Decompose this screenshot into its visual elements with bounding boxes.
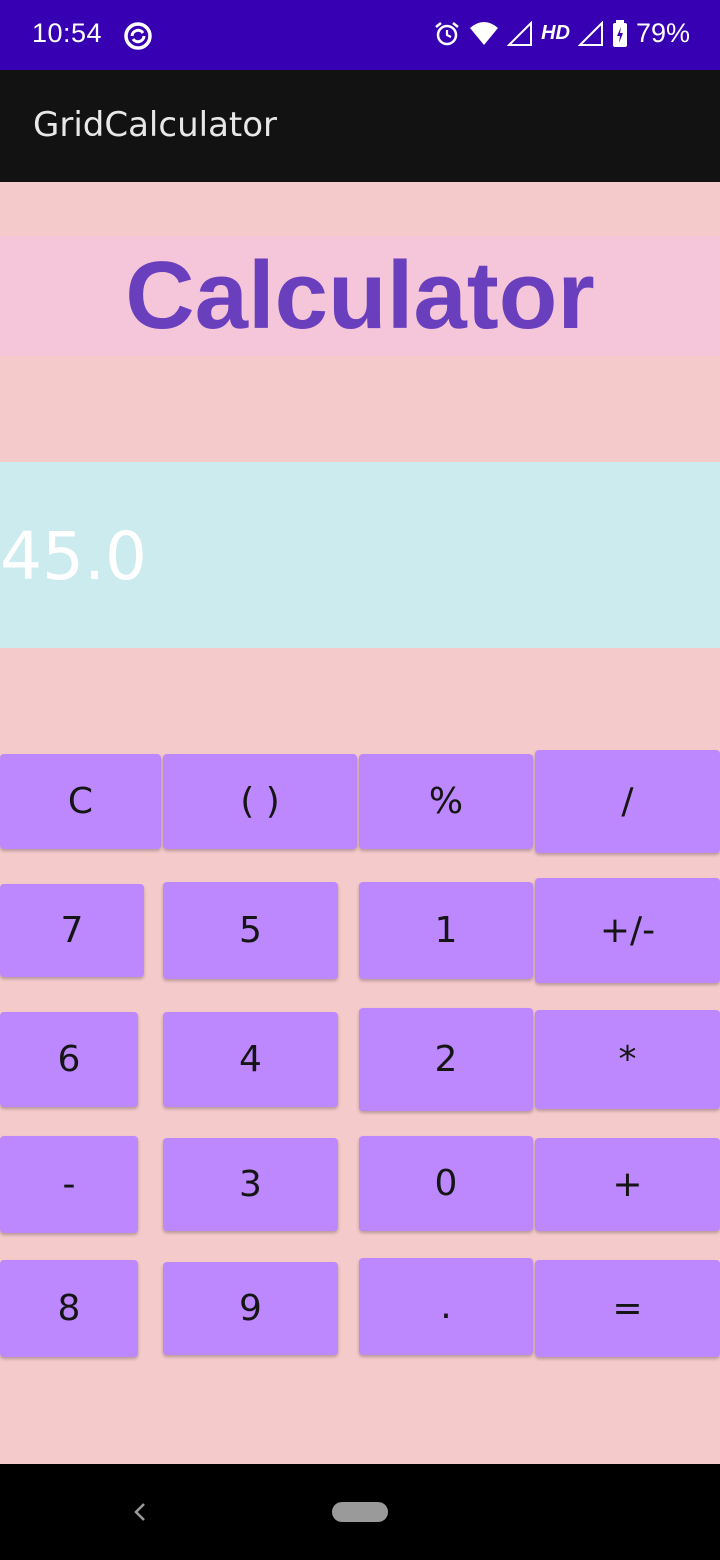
digit-0-button[interactable]: 0 bbox=[359, 1136, 533, 1231]
plus-minus-button[interactable]: +/- bbox=[535, 878, 720, 983]
wifi-icon bbox=[470, 21, 499, 45]
digit-6-button[interactable]: 6 bbox=[0, 1012, 138, 1107]
sync-icon bbox=[124, 22, 152, 50]
status-icons: HD 79% bbox=[433, 18, 690, 49]
signal-icon bbox=[507, 20, 533, 46]
minus-button[interactable]: - bbox=[0, 1136, 138, 1233]
digit-8-button[interactable]: 8 bbox=[0, 1260, 138, 1357]
battery-percentage: 79% bbox=[635, 18, 690, 48]
decimal-point-button[interactable]: . bbox=[359, 1258, 533, 1355]
digit-3-button[interactable]: 3 bbox=[163, 1138, 338, 1231]
digit-1-button[interactable]: 1 bbox=[359, 882, 533, 979]
status-bar: 10:54 HD 79% bbox=[0, 0, 720, 70]
app-bar: GridCalculator bbox=[0, 70, 720, 182]
status-time: 10:54 bbox=[32, 18, 103, 48]
digit-5-button[interactable]: 5 bbox=[163, 882, 338, 979]
digit-2-button[interactable]: 2 bbox=[359, 1008, 533, 1111]
network-type-label: HD bbox=[541, 22, 570, 44]
alarm-icon bbox=[435, 21, 459, 45]
clear-button[interactable]: C bbox=[0, 754, 161, 849]
percent-button[interactable]: % bbox=[359, 754, 533, 849]
divide-button[interactable]: / bbox=[535, 750, 720, 853]
calculator-heading: Calculator bbox=[125, 242, 595, 349]
home-handle[interactable] bbox=[332, 1502, 388, 1522]
result-value: 45.0 bbox=[0, 518, 147, 595]
signal-icon bbox=[577, 20, 603, 46]
battery-icon bbox=[612, 19, 627, 47]
back-icon[interactable] bbox=[128, 1496, 152, 1528]
heading-band: Calculator bbox=[0, 236, 720, 356]
equals-button[interactable]: = bbox=[535, 1260, 720, 1357]
result-display: 45.0 bbox=[0, 462, 720, 648]
digit-4-button[interactable]: 4 bbox=[163, 1012, 338, 1107]
multiply-button[interactable]: * bbox=[535, 1010, 720, 1109]
plus-button[interactable]: + bbox=[535, 1138, 720, 1231]
digit-7-button[interactable]: 7 bbox=[0, 884, 144, 977]
parentheses-button[interactable]: ( ) bbox=[163, 754, 357, 849]
digit-9-button[interactable]: 9 bbox=[163, 1262, 338, 1355]
app-title: GridCalculator bbox=[33, 105, 278, 145]
